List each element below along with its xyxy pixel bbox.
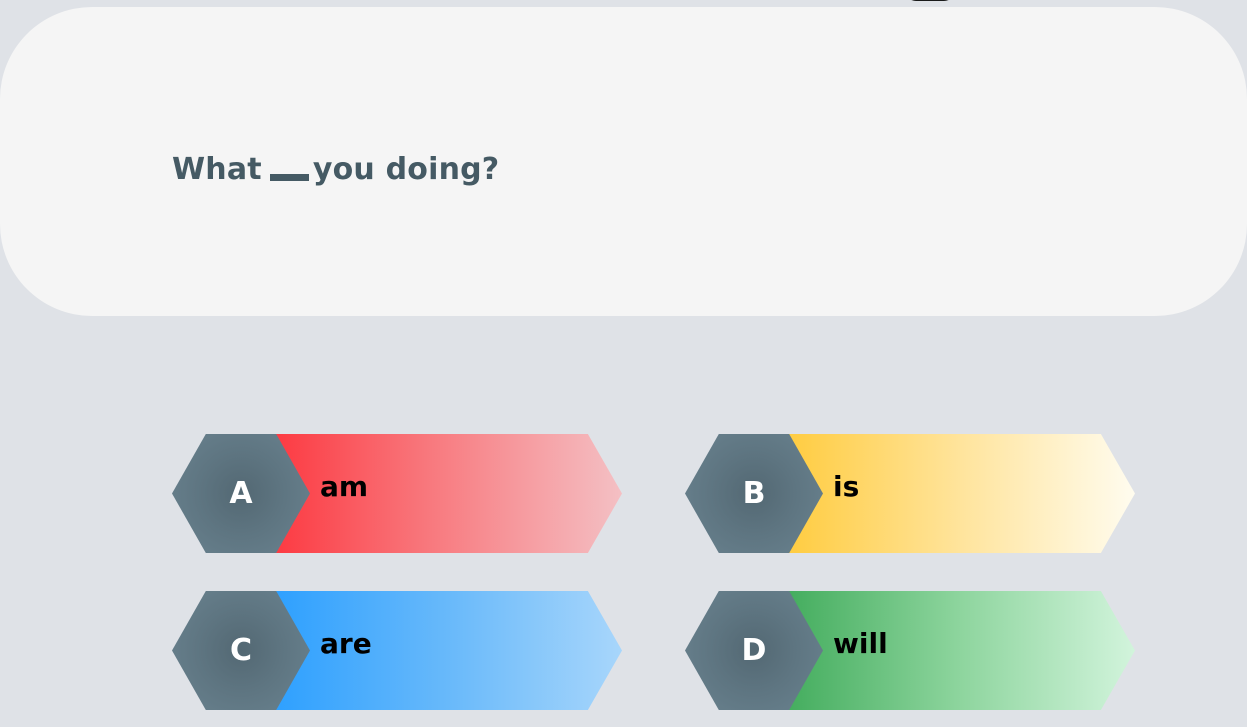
answer-blank (269, 174, 309, 181)
question-part-after: you doing? (312, 152, 500, 187)
answer-option-text: are (320, 627, 372, 660)
answer-option-letter: A (229, 476, 253, 511)
question-part-before: What (172, 152, 262, 187)
answer-option-a[interactable]: am A (172, 434, 622, 553)
answer-option-letter: D (741, 633, 767, 668)
answer-option-c[interactable]: are C (172, 591, 622, 710)
answer-option-d[interactable]: will D (685, 591, 1135, 710)
answer-option-b[interactable]: is B (685, 434, 1135, 553)
top-edge-shape (905, 0, 955, 1)
answer-option-letter: C (229, 633, 253, 668)
answer-option-text: am (320, 470, 369, 503)
answer-option-text: will (833, 627, 888, 660)
answer-option-text: is (833, 470, 860, 503)
question-card: What you doing? (0, 7, 1247, 316)
answer-option-letter: B (742, 476, 766, 511)
question-text: What you doing? (172, 152, 499, 187)
